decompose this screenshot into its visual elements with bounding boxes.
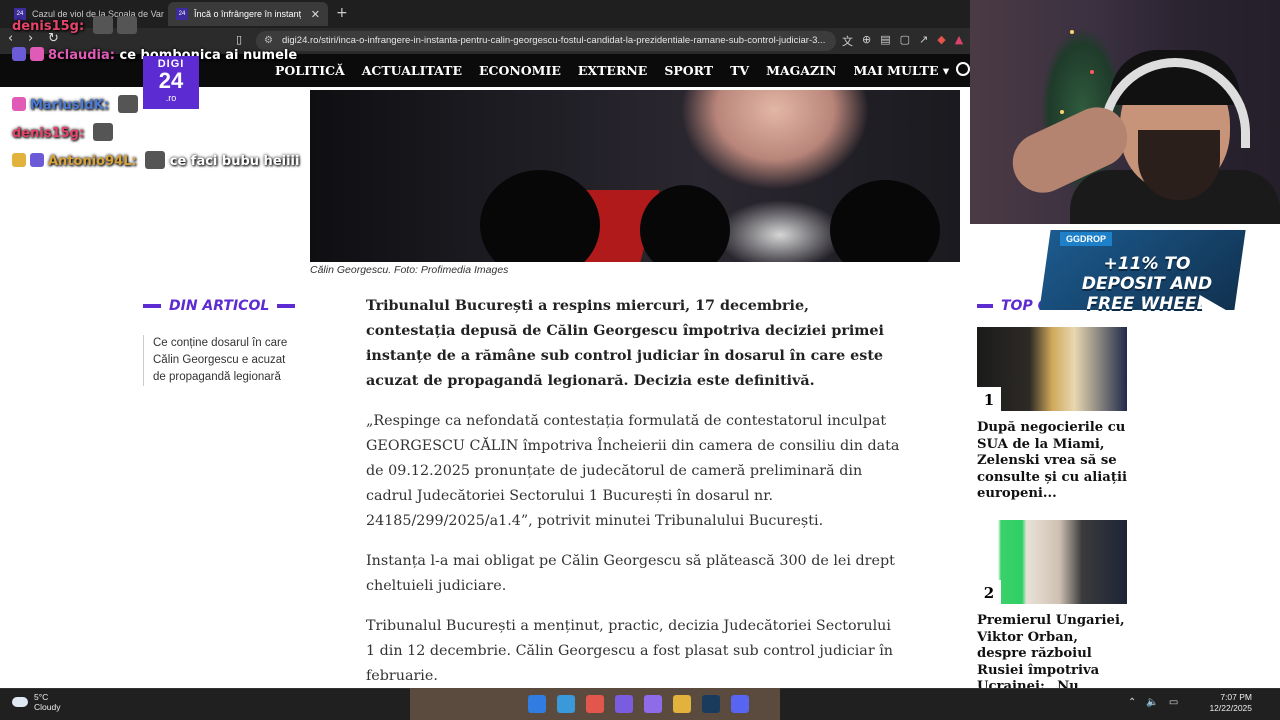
weather-temp: 5°C (34, 692, 49, 702)
taskbar-app-icon[interactable] (615, 695, 633, 713)
reader-icon[interactable]: ▤ (880, 33, 890, 49)
chat-message: denis15g: (12, 123, 113, 141)
cloud-icon (12, 697, 28, 707)
chat-emote-icon (92, 16, 113, 34)
taskbar-clock[interactable]: 7:07 PM 12/22/2025 (1206, 692, 1252, 714)
chat-badge-icon (12, 97, 26, 111)
nav-mai-multe[interactable]: MAI MULTE ▾ (853, 63, 949, 78)
brave-shield-icon[interactable]: ◆ (937, 33, 945, 49)
translate-icon[interactable]: 文 (842, 33, 853, 49)
chat-username: 8claudia: (48, 48, 115, 63)
nav-externe[interactable]: EXTERNE (578, 63, 647, 78)
chevron-up-icon[interactable]: ⌃ (1128, 697, 1136, 708)
top-item-2-rank: 2 (977, 580, 1001, 604)
chat-badge-icon (30, 153, 44, 167)
extension-icons: 文 ⊕ ▤ ▢ ↗ ◆ ▲ (842, 33, 963, 49)
article-hero-image (310, 90, 960, 262)
tree-light (1070, 30, 1074, 34)
nav-mai-multe-label: MAI MULTE (853, 63, 939, 78)
streamer-webcam (970, 0, 1280, 224)
heading-bar (143, 304, 161, 308)
taskbar-apps (528, 695, 749, 713)
chat-emote-icon (117, 95, 138, 113)
search-icon[interactable] (956, 62, 970, 76)
chat-badge-icon (30, 47, 44, 61)
chat-message: MariusIdK: (12, 95, 138, 113)
taskbar-app-icon[interactable] (528, 695, 546, 713)
screenshot-icon[interactable]: ▢ (900, 33, 910, 49)
taskbar-app-icon[interactable] (586, 695, 604, 713)
heading-bar (277, 304, 296, 308)
article-paragraph: „Respinge ca nefondată contestația formu… (366, 413, 900, 529)
logo-line3: .ro (165, 93, 177, 103)
brave-rewards-icon[interactable]: ▲ (955, 33, 963, 49)
chat-badge-icon (12, 153, 26, 167)
system-tray: ⌃ 🔈 ▭ (1128, 697, 1178, 708)
din-articol-heading: DIN ARTICOL (143, 298, 296, 314)
chat-username: Antonio94L: (48, 154, 137, 169)
digi24-logo[interactable]: DIGI 24 .ro (143, 56, 199, 109)
top-item-2-thumbnail[interactable]: 2 (977, 520, 1127, 604)
article-lead: Tribunalul București a respins miercuri,… (366, 298, 884, 389)
new-tab-button[interactable]: + (336, 5, 348, 21)
nav-magazin[interactable]: MAGAZIN (766, 63, 836, 78)
taskbar-app-icon[interactable] (673, 695, 691, 713)
chat-username: denis15g: (12, 19, 85, 34)
browser-tab-bar: 24 Cazul de viol de la Școala de Vară Ai… (0, 0, 970, 28)
logo-line2: 24 (158, 68, 184, 93)
chat-message: Antonio94L: ce faci bubu heiiii (12, 150, 410, 173)
nav-actualitate[interactable]: ACTUALITATE (362, 63, 462, 78)
chat-text: ce faci bubu heiiii (169, 154, 300, 169)
weather-widget[interactable]: 5°C Cloudy (12, 692, 60, 712)
microphone-shape (830, 180, 940, 262)
share-icon[interactable]: ↗ (919, 33, 928, 49)
promo-brand: GGDROP (1060, 232, 1113, 246)
nav-tv[interactable]: TV (730, 63, 749, 78)
chat-emote-icon (145, 151, 166, 169)
microphone-shape (640, 185, 730, 262)
article-paragraph: Tribunalul București a menținut, practic… (366, 618, 893, 684)
top-item-1-thumbnail[interactable]: 1 (977, 327, 1127, 411)
speaker-icon[interactable]: 🔈 (1146, 697, 1158, 708)
top-item-1-rank: 1 (977, 387, 1001, 411)
article-paragraph: Instanța l-a mai obligat pe Călin George… (366, 553, 895, 594)
clock-date: 12/22/2025 (1209, 703, 1252, 713)
main-navigation: POLITICĂ ACTUALITATE ECONOMIE EXTERNE SP… (275, 54, 949, 87)
din-articol-link[interactable]: Ce conține dosarul în care Călin Georges… (143, 335, 293, 386)
microphone-shape (480, 170, 600, 262)
tree-light (1090, 70, 1094, 74)
article-body: Tribunalul București a respins miercuri,… (366, 294, 902, 704)
taskbar-app-icon[interactable] (557, 695, 575, 713)
tab-title: Încă o înfrângere în instanță pen (194, 9, 301, 19)
digi24-favicon-icon: 24 (176, 8, 188, 20)
tree-light (1060, 110, 1064, 114)
network-icon[interactable]: ▭ (1169, 697, 1178, 708)
zoom-icon[interactable]: ⊕ (862, 33, 871, 49)
nav-economie[interactable]: ECONOMIE (479, 63, 561, 78)
chat-emote-icon (116, 16, 137, 34)
taskbar-app-icon[interactable] (644, 695, 662, 713)
din-articol-title: DIN ARTICOL (169, 298, 270, 314)
weather-text: 5°C Cloudy (34, 692, 60, 712)
chevron-down-icon: ▾ (942, 63, 950, 78)
taskbar-app-icon[interactable] (702, 695, 720, 713)
taskbar-app-icon[interactable] (731, 695, 749, 713)
chat-badge-icon (12, 47, 26, 61)
top-item-1-title[interactable]: După negocierile cu SUA de la Miami, Zel… (977, 420, 1127, 503)
chat-username: denis15g: (12, 126, 85, 141)
nav-sport[interactable]: SPORT (664, 63, 713, 78)
image-caption: Călin Georgescu. Foto: Profimedia Images (310, 264, 509, 276)
tab-current[interactable]: 24 Încă o înfrângere în instanță pen ✕ (168, 2, 328, 26)
chat-message: denis15g: (12, 16, 137, 34)
chat-username: MariusIdK: (30, 98, 109, 113)
chat-emote-icon (92, 123, 113, 141)
tab-close-icon[interactable]: ✕ (311, 8, 320, 21)
clock-time: 7:07 PM (1220, 692, 1252, 702)
heading-bar (977, 304, 993, 308)
screen: 24 Cazul de viol de la Școala de Vară Ai… (0, 0, 1280, 720)
weather-condition: Cloudy (34, 702, 61, 712)
